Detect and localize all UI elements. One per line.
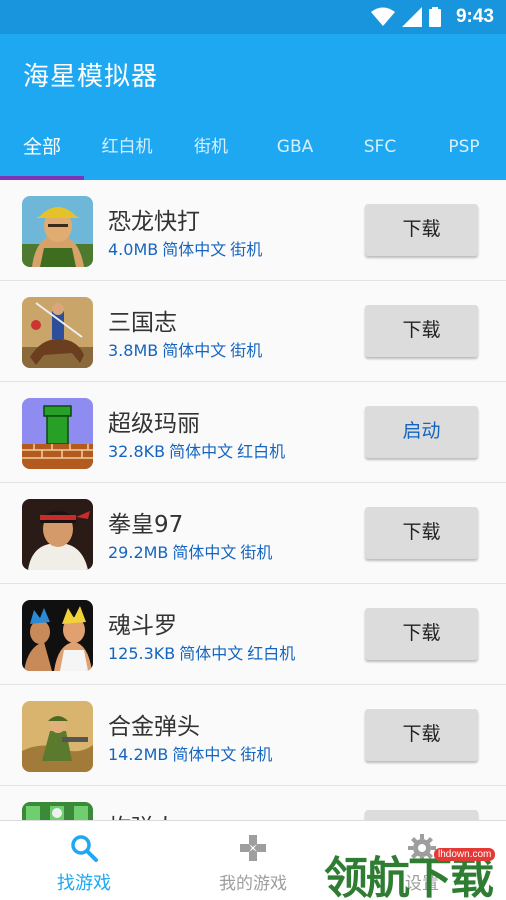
game-platform: 街机 — [240, 745, 273, 764]
search-icon — [71, 835, 98, 862]
tab-sfc[interactable]: SFC — [338, 128, 422, 180]
status-bar: 9:43 — [0, 0, 506, 34]
game-name: 拳皇97 — [108, 512, 184, 538]
nav-my-games[interactable]: 我的游戏 — [169, 821, 337, 900]
game-language: 简体中文 — [172, 745, 237, 764]
game-thumbnail — [22, 499, 93, 570]
game-list[interactable]: 恐龙快打 4.0MB 简体中文 街机 下载 三国志 3.8MB 简体中文 街机 下载 — [0, 180, 506, 820]
list-item[interactable]: 三国志 3.8MB 简体中文 街机 下载 — [0, 281, 506, 382]
launch-button[interactable]: 启动 — [365, 406, 478, 458]
game-language: 简体中文 — [172, 543, 237, 562]
watermark-logo: 领航下载 lhdown.com — [322, 836, 506, 900]
app-title: 海星模拟器 — [23, 62, 159, 92]
game-name: 炸弹人 — [108, 808, 177, 820]
game-name: 魂斗罗 — [108, 613, 177, 639]
game-meta: 4.0MB 简体中文 街机 — [108, 236, 266, 260]
gamepad-icon — [240, 835, 266, 861]
game-meta: 125.3KB 简体中文 红白机 — [108, 640, 299, 664]
signal-icon — [401, 7, 422, 27]
game-name: 合金弹头 — [108, 714, 200, 740]
game-thumbnail — [22, 802, 93, 820]
battery-icon — [428, 7, 441, 27]
game-size: 29.2MB — [108, 543, 169, 562]
game-language: 简体中文 — [179, 644, 244, 663]
game-name: 恐龙快打 — [108, 209, 200, 235]
game-meta: 14.2MB 简体中文 街机 — [108, 741, 276, 765]
download-button[interactable]: 下载 — [365, 507, 478, 559]
download-button[interactable]: 下载 — [365, 709, 478, 761]
game-name: 超级玛丽 — [108, 411, 200, 437]
game-language: 简体中文 — [162, 341, 227, 360]
list-item[interactable]: 魂斗罗 125.3KB 简体中文 红白机 下载 — [0, 584, 506, 685]
tab-gba[interactable]: GBA — [252, 128, 338, 180]
clock: 9:43 — [455, 6, 494, 27]
game-size: 125.3KB — [108, 644, 176, 663]
list-item[interactable]: 恐龙快打 4.0MB 简体中文 街机 下载 — [0, 180, 506, 281]
game-thumbnail — [22, 297, 93, 368]
tab-psp[interactable]: PSP — [422, 128, 506, 180]
game-platform: 街机 — [240, 543, 273, 562]
game-thumbnail — [22, 600, 93, 671]
app-bar: 海星模拟器 全部 红白机 街机 GBA SFC PSP — [0, 34, 506, 180]
game-size: 4.0MB — [108, 240, 159, 259]
game-language: 简体中文 — [169, 442, 234, 461]
game-thumbnail — [22, 701, 93, 772]
game-language: 简体中文 — [162, 240, 227, 259]
game-platform: 红白机 — [247, 644, 296, 663]
download-button[interactable]: 下载 — [365, 608, 478, 660]
game-size: 14.2MB — [108, 745, 169, 764]
list-item[interactable]: 合金弹头 14.2MB 简体中文 街机 下载 — [0, 685, 506, 786]
category-tabs: 全部 红白机 街机 GBA SFC PSP — [0, 128, 506, 180]
game-size: 32.8KB — [108, 442, 166, 461]
game-thumbnail — [22, 196, 93, 267]
game-meta: 3.8MB 简体中文 街机 — [108, 337, 266, 361]
download-button[interactable] — [365, 810, 478, 820]
nav-label: 我的游戏 — [219, 874, 287, 894]
watermark-url: lhdown.com — [434, 848, 496, 861]
tab-arcade[interactable]: 街机 — [170, 128, 252, 180]
tab-all[interactable]: 全部 — [0, 128, 84, 180]
list-item[interactable]: 炸弹人 — [0, 786, 506, 820]
game-name: 三国志 — [108, 310, 177, 336]
game-platform: 街机 — [230, 240, 263, 259]
list-item[interactable]: 超级玛丽 32.8KB 简体中文 红白机 启动 — [0, 382, 506, 483]
game-size: 3.8MB — [108, 341, 159, 360]
game-thumbnail — [22, 398, 93, 469]
status-icons: 9:43 — [370, 6, 494, 28]
game-meta: 32.8KB 简体中文 红白机 — [108, 438, 289, 462]
game-meta: 29.2MB 简体中文 街机 — [108, 539, 276, 563]
wifi-icon — [370, 7, 395, 26]
list-item[interactable]: 拳皇97 29.2MB 简体中文 街机 下载 — [0, 483, 506, 584]
nav-label: 找游戏 — [57, 873, 111, 894]
download-button[interactable]: 下载 — [365, 204, 478, 256]
download-button[interactable]: 下载 — [365, 305, 478, 357]
nav-find-games[interactable]: 找游戏 — [0, 821, 168, 900]
game-platform: 红白机 — [237, 442, 286, 461]
game-platform: 街机 — [230, 341, 263, 360]
tab-fc[interactable]: 红白机 — [84, 128, 170, 180]
